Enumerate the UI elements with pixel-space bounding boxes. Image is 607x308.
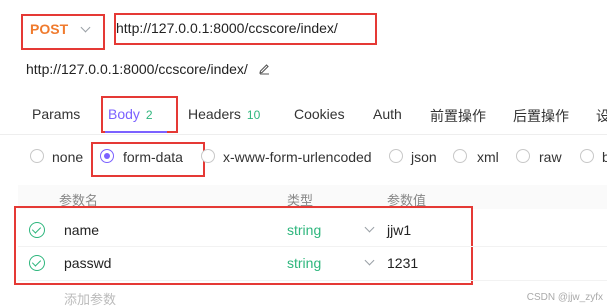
radio-binary[interactable] (580, 149, 594, 163)
method-select[interactable]: POST (30, 21, 68, 37)
radio-xml[interactable] (453, 149, 467, 163)
param-type[interactable]: string (287, 255, 321, 271)
tab-post-ops[interactable]: 后置操作 (513, 106, 569, 126)
radio-json-label: json (411, 149, 437, 165)
watermark: CSDN @jjw_zyfx (526, 292, 603, 303)
check-icon[interactable] (29, 222, 45, 238)
tabs-divider (0, 134, 607, 135)
tab-settings[interactable]: 设 (596, 106, 607, 126)
check-icon[interactable] (29, 255, 45, 271)
method-label: POST (30, 21, 69, 37)
radio-urlencoded[interactable] (201, 149, 215, 163)
row-divider (18, 246, 607, 247)
param-name[interactable]: passwd (64, 255, 111, 271)
add-param-placeholder[interactable]: 添加参数 (64, 289, 116, 308)
param-value[interactable]: 1231 (387, 255, 418, 271)
radio-raw-label: raw (539, 149, 562, 165)
row-divider (18, 280, 607, 281)
tab-auth[interactable]: Auth (373, 106, 402, 122)
param-name[interactable]: name (64, 222, 99, 238)
tab-active-indicator (105, 131, 167, 133)
tab-headers[interactable]: Headers 10 (188, 106, 260, 122)
pencil-icon[interactable] (258, 63, 270, 75)
tab-headers-count: 10 (246, 108, 261, 122)
radio-none-label: none (52, 149, 84, 165)
tab-params[interactable]: Params (32, 106, 80, 122)
form-data-highlight (91, 142, 205, 177)
radio-raw[interactable] (516, 149, 530, 163)
param-type[interactable]: string (287, 222, 321, 238)
tab-cookies[interactable]: Cookies (294, 106, 345, 122)
radio-json[interactable] (389, 149, 403, 163)
radio-xml-label: xml (477, 149, 499, 165)
tab-pre-ops[interactable]: 前置操作 (430, 106, 486, 126)
param-value[interactable]: jjw1 (387, 222, 411, 238)
url-display: http://127.0.0.1:8000/ccscore/index/ (26, 61, 248, 77)
url-input[interactable]: http://127.0.0.1:8000/ccscore/index/ (116, 20, 338, 36)
radio-none[interactable] (30, 149, 44, 163)
radio-binary-label: b (602, 149, 607, 165)
body-tab-highlight (101, 96, 178, 133)
radio-urlencoded-label: x-www-form-urlencoded (223, 149, 372, 165)
